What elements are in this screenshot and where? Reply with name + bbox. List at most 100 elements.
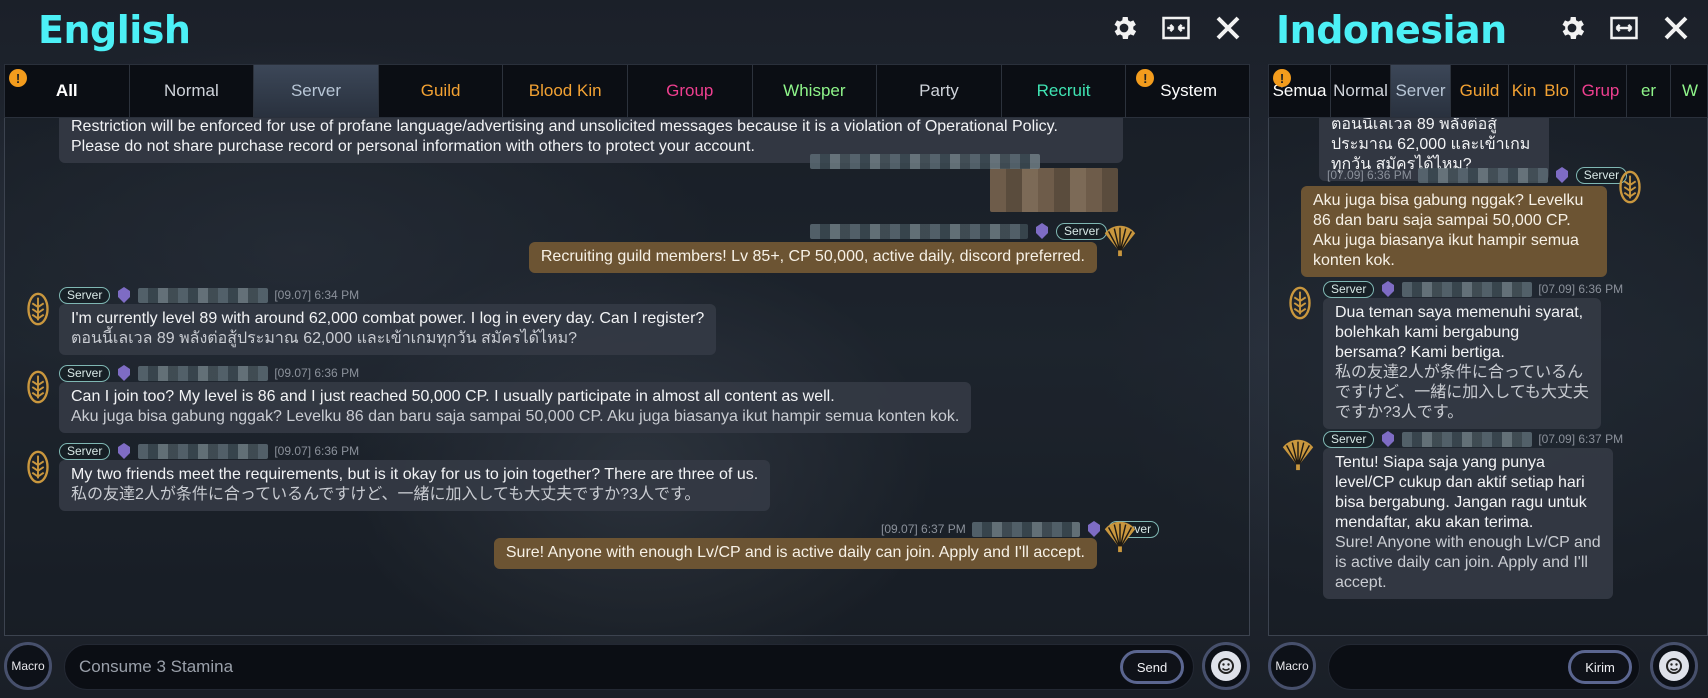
tab-guild[interactable]: Guild — [379, 65, 504, 117]
macro-button[interactable]: Macro — [4, 642, 52, 690]
chat-message: Tentu! Siapa saja yang punya level/CP cu… — [1323, 448, 1613, 599]
send-button[interactable]: Kirim — [1568, 650, 1632, 684]
fan-avatar-icon — [1104, 225, 1136, 257]
server-badge: Server — [1323, 280, 1375, 298]
message-timestamp: [07.09] 6:36 PM — [1327, 168, 1412, 182]
gear-icon[interactable] — [1556, 12, 1588, 44]
channel-tabs: ! All Normal Server Guild Blood Kin Grou… — [4, 64, 1250, 118]
tab-normal[interactable]: Normal — [1331, 65, 1391, 117]
tab-label: Blood Kin — [528, 81, 602, 100]
redacted-name — [1402, 431, 1533, 447]
send-button[interactable]: Send — [1120, 650, 1184, 684]
alert-icon: ! — [1136, 69, 1155, 87]
tab-recruit[interactable]: Recruit — [1002, 65, 1127, 117]
message-timestamp: [09.07] 6:34 PM — [274, 288, 360, 302]
tab-label: Party — [919, 81, 959, 100]
emote-button[interactable] — [1650, 642, 1698, 690]
chat-input-bar: Macro Consume 3 Stamina Send — [0, 640, 1258, 696]
guild-crest-icon — [118, 287, 131, 303]
wheat-emblem-avatar-icon — [27, 450, 49, 484]
guild-crest-icon — [1382, 431, 1395, 447]
chat-log[interactable]: Restriction will be enforced for use of … — [4, 118, 1250, 636]
message-timestamp: [07.09] 6:37 PM — [1538, 432, 1624, 446]
macro-label: Macro — [1275, 659, 1309, 673]
guild-crest-icon — [1555, 167, 1568, 183]
server-badge: Server — [59, 442, 111, 460]
tab-whisper[interactable]: Whisper — [753, 65, 878, 117]
input-placeholder: Consume 3 Stamina — [79, 657, 234, 676]
chat-input-bar: Macro Kirim — [1264, 640, 1708, 696]
tab-blood-kin[interactable]: Blood Kin — [503, 65, 628, 117]
redacted-name — [138, 365, 269, 381]
tab-label: Recruit — [1036, 81, 1091, 100]
close-icon[interactable] — [1660, 12, 1692, 44]
tab-party[interactable]: Party — [877, 65, 1002, 117]
tab-label: er — [1640, 81, 1657, 100]
tab-whisper[interactable]: er — [1627, 65, 1671, 117]
guild-crest-icon — [1087, 521, 1100, 537]
tab-server[interactable]: Server — [1391, 65, 1451, 117]
message-meta: Server [09.07] 6:36 PM — [59, 364, 359, 382]
panel-title: Indonesian — [1276, 8, 1507, 52]
collapse-width-icon[interactable] — [1160, 12, 1192, 44]
alert-icon: ! — [9, 69, 27, 87]
tab-blood-kin[interactable]: Kin — [1509, 65, 1539, 117]
emote-button[interactable] — [1202, 642, 1250, 690]
server-badge: Server — [59, 286, 111, 304]
chat-message: My two friends meet the requirements, bu… — [59, 460, 771, 511]
tab-label: Server — [290, 81, 342, 100]
message-text: Recruiting guild members! Lv 85+, CP 50,… — [540, 248, 1085, 265]
message-text: ตอนนี้เลเวล 89 พลังต่อสู้ประมาณ 62,000 แ… — [1331, 118, 1531, 173]
guild-crest-icon — [1036, 223, 1048, 239]
tab-server[interactable]: Server — [254, 65, 379, 117]
tab-group[interactable]: Group — [628, 65, 753, 117]
message-text: Tentu! Siapa saja yang punya level/CP cu… — [1335, 454, 1587, 531]
tab-label: Normal — [1333, 81, 1388, 100]
macro-label: Macro — [11, 659, 45, 673]
server-badge: Server — [59, 364, 111, 382]
message-meta: Server [09.07] 6:34 PM — [59, 286, 359, 304]
tab-semua[interactable]: ! Semua — [1269, 65, 1331, 117]
close-icon[interactable] — [1212, 12, 1244, 44]
macro-button[interactable]: Macro — [1268, 642, 1316, 690]
message-translation: Aku juga bisa gabung nggak? Levelku 86 d… — [71, 408, 960, 425]
tab-blood-kin-partial[interactable]: Blo — [1539, 65, 1575, 117]
tab-group[interactable]: Grup — [1575, 65, 1627, 117]
message-input[interactable]: Consume 3 Stamina — [64, 644, 1194, 690]
tab-system[interactable]: ! System — [1126, 65, 1249, 117]
redacted-name — [971, 521, 1080, 537]
tab-label: Server — [1395, 81, 1446, 100]
message-translation: ตอนนี้เลเวล 89 พลังต่อสู้ประมาณ 62,000 แ… — [71, 330, 578, 347]
chat-log[interactable]: ตอนนี้เลเวล 89 พลังต่อสู้ประมาณ 62,000 แ… — [1268, 118, 1708, 636]
panel-header-controls — [1556, 12, 1692, 44]
tab-guild[interactable]: Guild — [1451, 65, 1509, 117]
tab-label: Group — [666, 81, 714, 100]
gear-icon[interactable] — [1108, 12, 1140, 44]
tab-normal[interactable]: Normal — [130, 65, 255, 117]
wheat-emblem-avatar-icon — [1289, 286, 1311, 320]
tab-whisper-partial[interactable]: W — [1671, 65, 1707, 117]
wheat-emblem-avatar-icon — [27, 370, 49, 404]
tab-label: Guild — [420, 81, 461, 100]
tab-label: Kin — [1511, 81, 1537, 100]
send-label: Kirim — [1585, 659, 1615, 675]
redacted-name — [138, 443, 269, 459]
tab-label: Grup — [1581, 81, 1620, 100]
tab-label: W — [1681, 81, 1699, 100]
chat-message-own: Aku juga bisa gabung nggak? Levelku 86 d… — [1301, 186, 1607, 277]
server-badge: Server — [1323, 430, 1375, 448]
message-timestamp: [09.07] 6:36 PM — [274, 444, 360, 458]
tab-all[interactable]: ! All — [5, 65, 130, 117]
expand-width-icon[interactable] — [1608, 12, 1640, 44]
tab-label: Normal — [163, 81, 219, 100]
message-text: I'm currently level 89 with around 62,00… — [71, 310, 705, 327]
message-timestamp: [07.09] 6:36 PM — [1538, 282, 1624, 296]
message-text: My two friends meet the requirements, bu… — [71, 466, 759, 483]
emote-face-icon — [1211, 651, 1241, 681]
message-meta: Server [07.09] 6:36 PM — [1323, 280, 1623, 298]
tab-label: Guild — [1459, 81, 1500, 100]
message-translation: Sure! Anyone with enough Lv/CP and is ac… — [1335, 534, 1601, 591]
chat-message: Dua teman saya memenuhi syarat, bolehkah… — [1323, 298, 1601, 429]
tab-label: Blo — [1544, 81, 1569, 100]
redacted-name — [810, 154, 1040, 169]
